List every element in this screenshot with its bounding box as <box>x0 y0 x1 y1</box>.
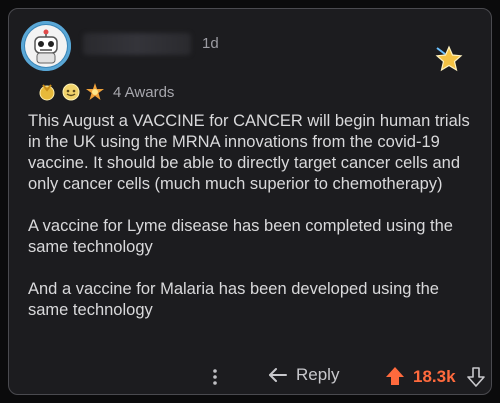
vote-score: 18.3k <box>413 367 456 386</box>
comment-paragraph-2: A vaccine for Lyme disease has been comp… <box>28 217 453 256</box>
awards-row[interactable]: 4 Awards <box>37 81 174 103</box>
robot-avatar-icon <box>25 25 67 67</box>
reply-label: Reply <box>296 365 340 384</box>
awards-count-label: 4 Awards <box>113 83 175 101</box>
comment-paragraph-3: And a vaccine for Malaria has been devel… <box>28 280 439 319</box>
star-badge-icon[interactable] <box>435 45 463 73</box>
more-dots-icon[interactable] <box>208 367 222 387</box>
helpful-face-icon <box>62 83 80 101</box>
comment-card: 1d 4 Awards This August a VACCINE for CA… <box>8 8 492 395</box>
comment-actions: Reply 18.3k <box>9 361 491 393</box>
reply-arrow-icon <box>269 368 287 382</box>
gold-medal-icon <box>39 84 55 101</box>
comment-paragraph-1: This August a VACCINE for CANCER will be… <box>28 112 470 193</box>
comment-body: This August a VACCINE for CANCER will be… <box>28 111 483 342</box>
username-redacted[interactable] <box>83 33 191 55</box>
user-avatar[interactable] <box>21 21 71 71</box>
starburst-icon <box>86 83 104 100</box>
upvote-arrow-icon[interactable] <box>385 366 405 386</box>
reply-button[interactable]: Reply <box>268 365 339 385</box>
comment-age: 1d <box>202 35 219 52</box>
downvote-arrow-icon[interactable] <box>467 367 485 387</box>
